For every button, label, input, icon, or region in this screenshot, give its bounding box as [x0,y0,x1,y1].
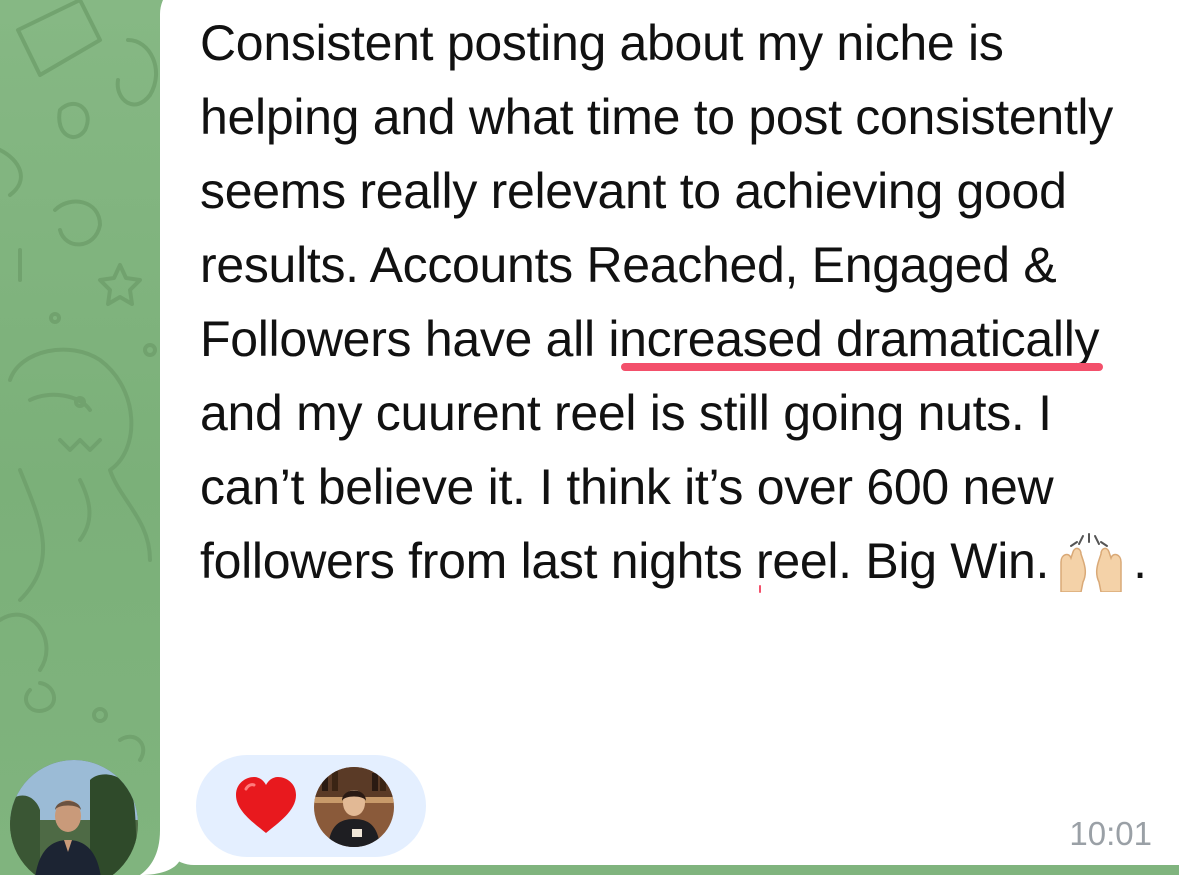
wallpaper-doodles [0,0,159,762]
message-segment: from last nights reel. Big Win. [394,533,1050,589]
message-text[interactable]: Consistent posting about my niche is hel… [200,6,1160,598]
highlighted-phrase: ncreased dramatically [619,311,1100,367]
reactor-avatar[interactable] [314,767,394,847]
message-trailing-text: . [1133,533,1147,589]
reaction-pill[interactable] [196,755,426,857]
red-heart-icon[interactable] [234,775,298,837]
bubble-tail [140,830,180,875]
message-timestamp: 10:01 [1069,815,1152,852]
raising-hands-emoji [1060,533,1122,592]
